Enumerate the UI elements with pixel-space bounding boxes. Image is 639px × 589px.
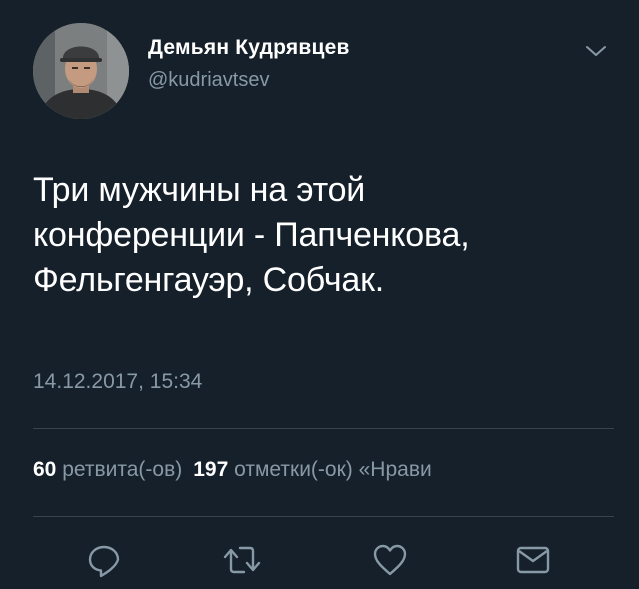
tweet-timestamp[interactable]: 14.12.2017, 15:34: [33, 370, 202, 394]
tweet-text-line: Фельгенгауэр, Собчак.: [33, 261, 385, 299]
tweet-text-line: конференции - Папченкова,: [33, 216, 470, 254]
avatar[interactable]: [33, 23, 129, 119]
retweet-icon[interactable]: [222, 540, 262, 580]
mail-icon[interactable]: [513, 540, 553, 580]
reply-icon[interactable]: [84, 540, 124, 580]
tweet-card: Демьян Кудрявцев @kudriavtsev Три мужчин…: [0, 0, 639, 589]
chevron-down-icon[interactable]: [583, 41, 609, 61]
author-display-name[interactable]: Демьян Кудрявцев: [148, 36, 350, 60]
retweets-stat[interactable]: 60 ретвита(-ов): [33, 458, 182, 481]
likes-label: отметки(-ок): [234, 458, 353, 481]
likes-more-label: «Нрави: [358, 458, 432, 481]
tweet-text: Три мужчины на этой конференции - Папчен…: [33, 168, 613, 303]
author-handle[interactable]: @kudriavtsev: [148, 69, 269, 92]
likes-stat[interactable]: 197 отметки(-ок): [193, 458, 353, 481]
heart-icon[interactable]: [370, 540, 410, 580]
tweet-text-line: Три мужчины на этой: [33, 171, 366, 209]
retweets-label: ретвита(-ов): [62, 458, 183, 481]
tweet-stats: 60 ретвита(-ов) 197 отметки(-ок) «Нрави: [33, 458, 639, 492]
divider: [33, 428, 614, 429]
retweets-count: 60: [33, 458, 57, 481]
divider: [33, 516, 614, 517]
likes-count: 197: [193, 458, 229, 481]
